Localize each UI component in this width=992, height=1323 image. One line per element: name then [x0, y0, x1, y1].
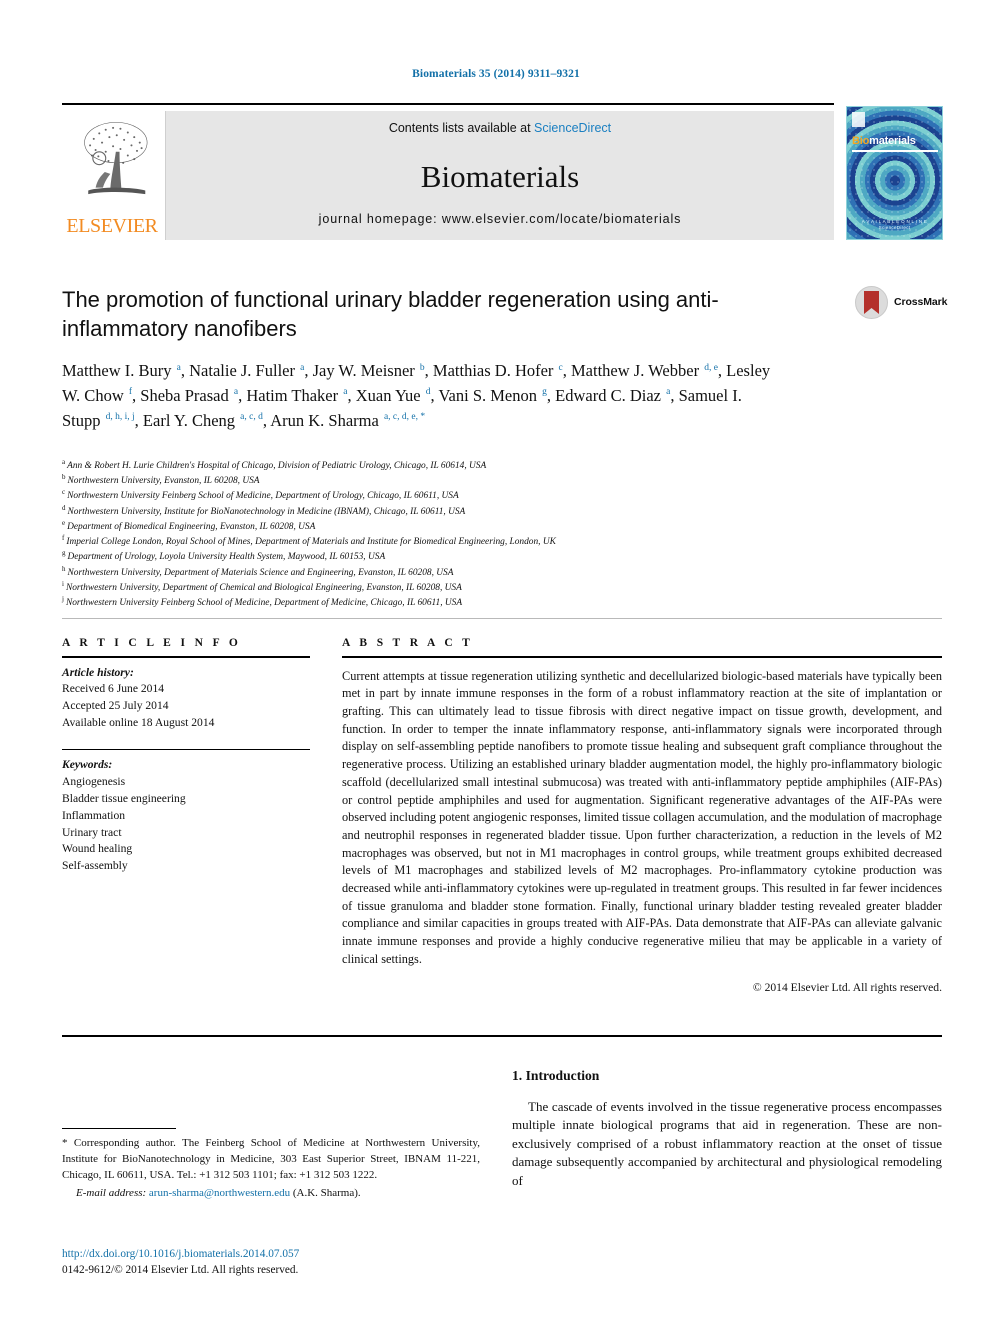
affiliation-item: a Ann & Robert H. Lurie Children's Hospit…: [62, 458, 862, 474]
keywords-label: Keywords:: [62, 758, 113, 772]
abstract-text: Current attempts at tissue regeneration …: [342, 668, 942, 966]
crossmark-label: CrossMark: [894, 296, 948, 308]
affiliation-item: i Northwestern University, Department of …: [62, 580, 862, 596]
affiliation-text: Ann & Robert H. Lurie Children's Hospita…: [67, 461, 487, 471]
abstract-column: A B S T R A C T Current attempts at tiss…: [342, 637, 942, 994]
article-history-item: Available online 18 August 2014: [62, 715, 215, 729]
cover-title-first: Bio: [852, 135, 870, 147]
crossmark-badge[interactable]: CrossMark: [855, 283, 951, 323]
corresponding-author-footnote: * Corresponding author. The Feinberg Sch…: [62, 1128, 480, 1202]
keyword-items: Angiogenesis Bladder tissue engineering In…: [62, 774, 310, 875]
affiliation-text: Department of Biomedical Engineering, Ev…: [67, 521, 316, 532]
cover-footer-line2: ScienceDirect: [878, 225, 911, 231]
footnote-rule: [62, 1128, 176, 1130]
masthead-center-panel: Contents lists available at ScienceDirec…: [166, 111, 834, 240]
affiliation-text: Department of Urology, Loyola University…: [67, 552, 386, 563]
corresponding-author-text: * Corresponding author. The Feinberg Sch…: [62, 1137, 480, 1181]
elsevier-logo: ELSEVIER: [62, 111, 166, 240]
article-history-group: Article history: Received 6 June 2014 Acc…: [62, 665, 310, 732]
journal-title: Biomaterials: [420, 159, 580, 194]
contents-available-line: Contents lists available at ScienceDirec…: [166, 121, 834, 135]
affiliation-text: Northwestern University, Department of C…: [65, 582, 462, 593]
issn-copyright: 0142-9612/© 2014 Elsevier Ltd. All right…: [62, 1264, 299, 1277]
article-info-column: A R T I C L E I N F O Article history: R…: [62, 637, 310, 875]
article-history-label: Article history:: [62, 665, 134, 679]
affiliation-item: b Northwestern University, Evanston, IL 6…: [62, 474, 862, 489]
masthead-top-rule: [62, 103, 834, 105]
cover-title-underline: [852, 150, 938, 152]
affiliation-item: e Department of Biomedical Engineering, E…: [62, 519, 862, 535]
keyword-item: Urinary tract: [62, 825, 122, 839]
introduction-paragraph: The cascade of events involved in the ti…: [512, 1099, 942, 1188]
affiliation-item: g Department of Urology, Loyola Universit…: [62, 550, 862, 565]
elsevier-tree-icon: [84, 122, 148, 195]
email-link[interactable]: arun-sharma@northwestern.edu: [149, 1187, 290, 1199]
affiliation-item: f Imperial College London, Royal School o…: [62, 535, 862, 550]
journal-masthead: ELSEVIER Contents lists available at Sci…: [62, 103, 943, 240]
doi-link[interactable]: http://dx.doi.org/10.1016/j.biomaterials…: [62, 1246, 562, 1262]
keywords-group: Keywords: Angiogenesis Bladder tissue eng…: [62, 757, 310, 875]
article-info-heading: A R T I C L E I N F O: [62, 637, 242, 649]
doi-block: http://dx.doi.org/10.1016/j.biomaterials…: [62, 1246, 562, 1279]
email-label: E-mail address:: [76, 1187, 147, 1200]
info-abstract-top-rule: [62, 618, 942, 619]
abstract-bottom-rule: [62, 1035, 942, 1037]
affiliation-text: Northwestern University, Department of M…: [67, 567, 454, 578]
page-title: The promotion of functional urinary blad…: [62, 287, 719, 342]
journal-cover-thumbnail: Biomaterials A V A I L A B L E O N L I N…: [846, 106, 943, 240]
abstract-copyright: © 2014 Elsevier Ltd. All rights reserved…: [752, 980, 942, 994]
article-info-rule: [62, 656, 310, 658]
running-head: Biomaterials 35 (2014) 9311–9321: [412, 68, 580, 80]
cover-footer-line1: A V A I L A B L E O N L I N E: [861, 218, 928, 224]
affiliation-item: c Northwestern University Feinberg School…: [62, 489, 862, 504]
email-suffix: (A.K. Sharma).: [292, 1187, 361, 1200]
title-block: The promotion of functional urinary blad…: [62, 285, 782, 433]
cover-title: Biomaterials: [852, 135, 916, 147]
affiliation-text: Northwestern University, Institute for B…: [67, 506, 466, 517]
body-right-column: 1. Introduction The cascade of events in…: [512, 1068, 942, 1190]
keyword-item: Self-assembly: [62, 859, 128, 873]
affiliation-item: h Northwestern University, Department of …: [62, 565, 862, 581]
affiliation-text: Imperial College London, Royal School of…: [66, 537, 556, 548]
keywords-rule: [62, 748, 310, 751]
article-history-item: Accepted 25 July 2014: [62, 699, 169, 713]
elsevier-wordmark: ELSEVIER: [66, 215, 158, 237]
cover-publisher-badge-icon: [852, 112, 865, 127]
affiliation-text: Northwestern University Feinberg School …: [67, 491, 459, 502]
affiliation-text: Northwestern University Feinberg School …: [65, 598, 463, 609]
cover-title-rest: materials: [869, 135, 916, 147]
keyword-item: Wound healing: [62, 842, 133, 856]
email-line: E-mail address: arun-sharma@northwestern…: [62, 1186, 480, 1202]
abstract-heading: A B S T R A C T: [342, 637, 474, 649]
introduction-heading: 1. Introduction: [512, 1068, 600, 1083]
sciencedirect-link[interactable]: ScienceDirect: [534, 121, 611, 135]
cover-footer: A V A I L A B L E O N L I N E ScienceDir…: [847, 219, 942, 233]
affiliation-item: j Northwestern University Feinberg School…: [62, 595, 862, 611]
abstract-rule: [342, 656, 942, 658]
journal-homepage-link[interactable]: journal homepage: www.elsevier.com/locat…: [166, 212, 834, 226]
affiliation-list: a Ann & Robert H. Lurie Children's Hospit…: [62, 458, 862, 611]
author-list: Matthew I. Bury a, Natalie J. Fuller a, …: [62, 361, 771, 430]
keyword-item: Angiogenesis: [62, 775, 126, 789]
affiliation-text: Northwestern University, Evanston, IL 60…: [67, 476, 260, 487]
contents-prefix: Contents lists available at: [388, 121, 535, 135]
keyword-item: Inflammation: [62, 808, 126, 822]
keyword-item: Bladder tissue engineering: [62, 791, 186, 805]
article-history-items: Received 6 June 2014 Accepted 25 July 201…: [62, 681, 310, 731]
paper-page: Biomaterials 35 (2014) 9311–9321 ELSEVIE…: [0, 0, 992, 1323]
affiliation-item: d Northwestern University, Institute for …: [62, 504, 862, 520]
article-history-item: Received 6 June 2014: [62, 682, 165, 696]
